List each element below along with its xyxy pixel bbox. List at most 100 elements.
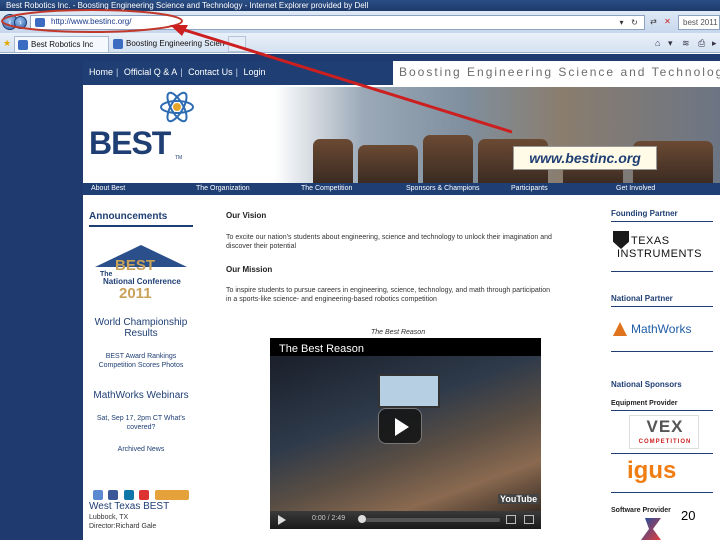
mathworks-name: MathWorks [631,322,692,336]
divider [611,306,713,307]
facebook-icon[interactable] [108,490,119,500]
announcements-heading: Announcements [89,211,193,227]
feeds-icon[interactable]: ≋ [682,38,690,49]
national-partner-heading: National Partner [611,294,673,303]
divider [611,453,713,454]
ti-name: Texas Instruments [617,235,702,260]
left-sidebar: Announcements BEST The National Conferen… [89,205,195,540]
email-icon[interactable] [93,490,103,500]
page-menu-icon[interactable]: ▸ [712,38,717,49]
world-championship-link[interactable]: World Championship Results [89,317,193,339]
nav-login[interactable]: Login [243,67,265,77]
mathworks-logo[interactable]: MathWorks [611,315,713,345]
fullscreen-icon[interactable] [524,515,534,524]
subnav-competition[interactable]: The Competition [301,183,352,195]
best-logo: BEST [89,125,171,161]
mathworks-peak-icon [613,322,627,336]
window-title: Best Robotics Inc. - Boosting Engineerin… [6,1,369,10]
volume-icon[interactable] [506,515,516,524]
refresh-icon[interactable]: ↻ [629,18,640,28]
home-icon[interactable]: ⌂ [655,38,660,48]
hub-title[interactable]: West Texas BEST [89,501,193,512]
equipment-provider-label: Equipment Provider [611,400,678,407]
conference-year: 2011 [119,285,152,302]
nav-home[interactable]: Home [89,67,113,77]
video-scrub-handle[interactable] [358,515,366,523]
sponsors-sidebar: Founding Partner Texas Instruments Natio… [609,205,720,540]
ti-logo[interactable]: Texas Instruments [611,227,713,267]
refresh-button-icon[interactable]: ⇄ [648,17,659,27]
banner-photo [423,135,473,183]
awards-links[interactable]: BEST Award Rankings Competition Scores P… [89,352,193,370]
vision-text: To excite our nation's students about en… [226,234,552,250]
favicon-icon [35,18,45,27]
mathworks-webinars-link[interactable]: MathWorks Webinars [89,390,193,401]
flickr-icon[interactable] [154,490,189,500]
national-conference-logo[interactable]: BEST The National Conference 2011 [95,245,187,307]
section-navigation: About Best The Organization The Competit… [83,183,720,195]
website-content: Home | Official Q & A | Contact Us | Login … [83,61,720,540]
subnav-organization[interactable]: The Organization [196,183,250,195]
divider [611,492,713,493]
founding-partner-heading: Founding Partner [611,209,678,218]
tab-favicon-icon [113,39,123,49]
nav-contact-us[interactable]: Contact Us [188,67,233,77]
tab-bar: ★ Best Robotics Inc Boosting Engineering… [0,33,720,53]
subnav-sponsors[interactable]: Sponsors & Champions [406,183,480,195]
print-icon[interactable]: ⎙ [698,38,705,49]
hub-city: Lubbock, TX [89,514,129,521]
top-navigation: Home | Official Q & A | Contact Us | Login [83,61,393,85]
tab-best-robotics[interactable]: Best Robotics Inc [14,36,109,52]
mission-heading: Our Mission [226,265,273,274]
vex-sub: COMPETITION [638,439,692,445]
mission-text: To inspire students to pursue careers in… [226,287,551,303]
play-button[interactable] [378,408,422,444]
favorites-star-icon[interactable]: ★ [3,38,11,49]
address-url: http://www.bestinc.org/ [51,17,132,26]
subnav-participants[interactable]: Participants [511,183,548,195]
address-field[interactable]: http://www.bestinc.org/ ▾ ↻ [30,15,645,30]
new-tab-button[interactable] [228,36,246,52]
youtube-icon[interactable] [139,490,150,500]
play-icon [395,418,409,436]
vex-name: VEX [646,417,684,436]
archived-news-link[interactable]: Archived News [89,446,193,453]
subnav-get-involved[interactable]: Get Involved [616,183,655,195]
tab-favicon-icon [18,40,28,50]
banner-photo [358,145,418,183]
video-progress-track[interactable] [362,518,500,522]
tab-boosting[interactable]: Boosting Engineering Science [110,36,225,52]
divider [611,221,713,222]
youtube-logo[interactable]: YouTube [498,494,540,504]
trademark: TM [175,155,183,161]
software-provider-label: Software Provider [611,507,671,514]
linkedin-icon[interactable] [123,490,134,500]
hub-director: Director:Richard Gale [89,523,157,530]
banner-photo [313,139,353,183]
webinar-date[interactable]: Sat, Sep 17, 2pm CT What's covered? [89,414,193,432]
video-controls: 0:00 / 2:49 [270,511,541,529]
window-title-bar: Best Robotics Inc. - Boosting Engineerin… [0,0,720,11]
video-player[interactable]: The Best Reason YouTube 0:00 / 2:49 [270,338,541,529]
video-title: The Best Reason [279,343,364,355]
address-bar-row: ‹ › http://www.bestinc.org/ ▾ ↻ ⇄ ✕ best… [0,11,720,33]
dassault-logo-icon[interactable] [641,518,661,540]
video-time: 0:00 / 2:49 [312,515,346,522]
igus-logo[interactable]: igus [627,457,676,485]
search-input[interactable]: best 2011 [678,15,720,30]
vex-logo[interactable]: VEX COMPETITION [629,415,699,449]
slide-page-number: 20 [681,508,696,523]
forward-button[interactable]: › [14,16,27,29]
subnav-about[interactable]: About Best [91,183,125,195]
small-play-icon[interactable] [278,515,286,525]
stop-icon[interactable]: ✕ [662,17,673,27]
vision-heading: Our Vision [226,211,267,220]
video-caption: The Best Reason [371,329,426,336]
national-sponsors-heading: National Sponsors [611,380,682,389]
chevron-down-icon[interactable]: ▾ [668,38,673,49]
header-banner: BEST TM www.bestinc.org [83,87,720,183]
tab-label: Best Robotics Inc [31,40,94,49]
divider [611,271,713,272]
dropdown-icon[interactable]: ▾ [616,18,627,28]
nav-official-qa[interactable]: Official Q & A [124,67,177,77]
